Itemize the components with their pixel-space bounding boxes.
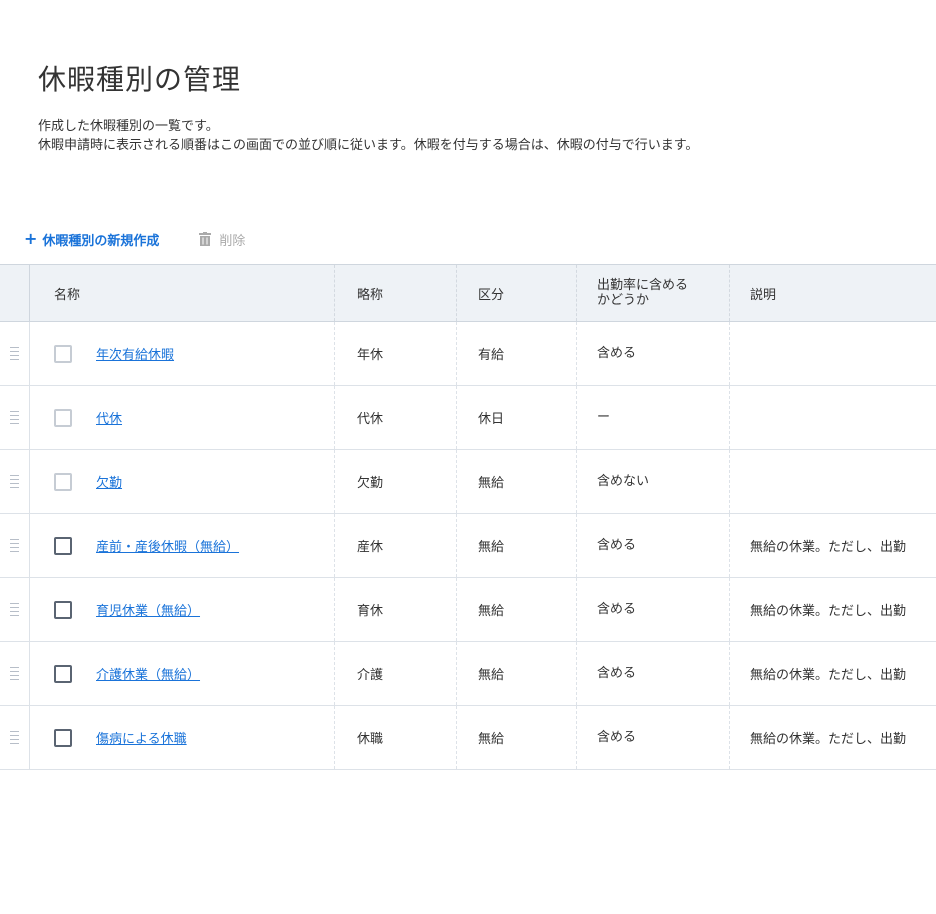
note-cell: 無給の休業。ただし、出勤 (729, 642, 936, 705)
attendance-cell: 含める (576, 514, 729, 577)
leave-type-link[interactable]: 育児休業（無給） (96, 600, 200, 619)
name-cell: 傷病による休職 (30, 706, 334, 769)
header-attendance-line: 出勤率に含める (597, 278, 689, 293)
table-row: 代休 代休 休日 ー (0, 386, 936, 450)
create-leave-type-label: 休暇種別の新規作成 (42, 233, 160, 249)
header-kind: 区分 (456, 265, 576, 321)
note-cell (729, 450, 936, 513)
abbr-cell: 介護 (334, 642, 456, 705)
plus-icon: + (24, 229, 38, 248)
drag-handle-icon[interactable] (0, 706, 30, 769)
header-attendance-line: かどうか (597, 293, 650, 308)
header-name: 名称 (54, 287, 81, 303)
header-abbr: 略称 (334, 265, 456, 321)
page-description: 作成した休暇種別の一覧です。 休暇申請時に表示される順番はこの画面での並び順に従… (38, 117, 698, 155)
header-attendance: 出勤率に含める かどうか (576, 265, 729, 321)
delete-label: 削除 (219, 233, 246, 249)
note-cell: 無給の休業。ただし、出勤 (729, 514, 936, 577)
name-cell: 代休 (30, 386, 334, 449)
note-cell (729, 322, 936, 385)
drag-handle-icon[interactable] (0, 514, 30, 577)
abbr-cell: 年休 (334, 322, 456, 385)
attendance-cell: 含めない (576, 450, 729, 513)
table-row: 傷病による休職 休職 無給 含める 無給の休業。ただし、出勤 (0, 706, 936, 770)
attendance-cell: ー (576, 386, 729, 449)
leave-type-table: 名称 略称 区分 出勤率に含める かどうか 説明 年次有給休暇 年休 有給 含め… (0, 264, 936, 770)
leave-type-link[interactable]: 傷病による休職 (96, 728, 187, 747)
row-checkbox[interactable] (54, 536, 72, 555)
row-checkbox[interactable] (54, 728, 72, 747)
abbr-cell: 欠勤 (334, 450, 456, 513)
description-line: 休暇申請時に表示される順番はこの画面での並び順に従います。休暇を付与する場合は、… (38, 138, 699, 153)
row-checkbox (54, 472, 72, 491)
kind-cell: 無給 (456, 450, 576, 513)
drag-handle-icon[interactable] (0, 578, 30, 641)
leave-type-link[interactable]: 欠勤 (96, 472, 122, 491)
row-checkbox (54, 408, 72, 427)
header-handle-cell (0, 265, 30, 321)
attendance-cell: 含める (576, 578, 729, 641)
attendance-cell: 含める (576, 706, 729, 769)
row-checkbox (54, 344, 72, 363)
delete-button[interactable]: 削除 (199, 230, 245, 249)
table-row: 欠勤 欠勤 無給 含めない (0, 450, 936, 514)
drag-handle-icon[interactable] (0, 322, 30, 385)
table-header: 名称 略称 区分 出勤率に含める かどうか 説明 (0, 265, 936, 322)
kind-cell: 休日 (456, 386, 576, 449)
drag-handle-icon[interactable] (0, 386, 30, 449)
name-cell: 産前・産後休暇（無給） (30, 514, 334, 577)
table-row: 育児休業（無給） 育休 無給 含める 無給の休業。ただし、出勤 (0, 578, 936, 642)
kind-cell: 無給 (456, 706, 576, 769)
abbr-cell: 育休 (334, 578, 456, 641)
kind-cell: 無給 (456, 642, 576, 705)
name-cell: 欠勤 (30, 450, 334, 513)
leave-type-link[interactable]: 年次有給休暇 (96, 344, 174, 363)
drag-handle-icon[interactable] (0, 450, 30, 513)
table-row: 産前・産後休暇（無給） 産休 無給 含める 無給の休業。ただし、出勤 (0, 514, 936, 578)
row-checkbox[interactable] (54, 664, 72, 683)
leave-type-link[interactable]: 介護休業（無給） (96, 664, 200, 683)
description-line: 作成した休暇種別の一覧です。 (38, 119, 219, 134)
trash-icon (199, 232, 212, 246)
note-cell (729, 386, 936, 449)
name-cell: 介護休業（無給） (30, 642, 334, 705)
kind-cell: 無給 (456, 514, 576, 577)
attendance-cell: 含める (576, 322, 729, 385)
leave-type-link[interactable]: 産前・産後休暇（無給） (96, 536, 239, 555)
abbr-cell: 代休 (334, 386, 456, 449)
name-cell: 年次有給休暇 (30, 322, 334, 385)
table-row: 年次有給休暇 年休 有給 含める (0, 322, 936, 386)
leave-type-management-page: 休暇種別の管理 作成した休暇種別の一覧です。 休暇申請時に表示される順番はこの画… (0, 0, 936, 914)
note-cell: 無給の休業。ただし、出勤 (729, 706, 936, 769)
abbr-cell: 休職 (334, 706, 456, 769)
row-checkbox[interactable] (54, 600, 72, 619)
leave-type-link[interactable]: 代休 (96, 408, 122, 427)
table-row: 介護休業（無給） 介護 無給 含める 無給の休業。ただし、出勤 (0, 642, 936, 706)
abbr-cell: 産休 (334, 514, 456, 577)
kind-cell: 無給 (456, 578, 576, 641)
toolbar: + 休暇種別の新規作成 削除 (24, 228, 245, 250)
kind-cell: 有給 (456, 322, 576, 385)
attendance-cell: 含める (576, 642, 729, 705)
drag-handle-icon[interactable] (0, 642, 30, 705)
note-cell: 無給の休業。ただし、出勤 (729, 578, 936, 641)
header-note: 説明 (729, 265, 936, 321)
create-leave-type-button[interactable]: + 休暇種別の新規作成 (24, 230, 159, 249)
page-title: 休暇種別の管理 (38, 63, 242, 96)
name-cell: 育児休業（無給） (30, 578, 334, 641)
